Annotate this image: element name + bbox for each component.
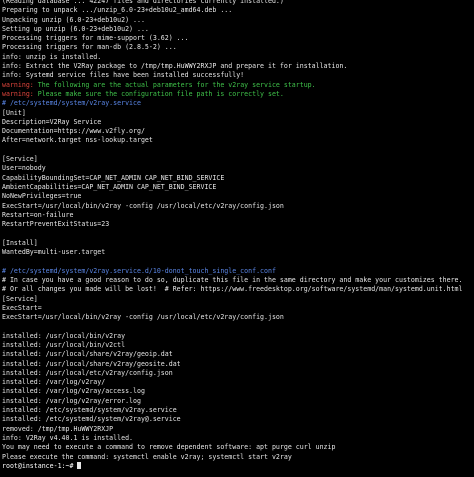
output-line: Restart=on-failure — [2, 210, 74, 219]
output-line: CapabilityBoundingSet=CAP_NET_ADMIN CAP_… — [2, 173, 225, 182]
output-line: info: V2Ray v4.40.1 is installed. — [2, 433, 134, 442]
output-line: [Install] — [2, 238, 38, 247]
output-line: Unpacking unzip (6.0-23+deb10u2) ... — [2, 15, 145, 24]
output-line: installed: /var/log/v2ray/ — [2, 378, 106, 387]
output-line: After=network.target nss-lookup.target — [2, 136, 153, 145]
output-line: installed: /usr/local/share/v2ray/geoip.… — [2, 350, 173, 359]
output-line: You may need to execute a command to rem… — [2, 443, 336, 452]
file-path-comment-line: # /etc/systemd/system/v2ray.service.d/10… — [2, 266, 276, 275]
output-line: installed: /usr/local/etc/v2ray/config.j… — [2, 368, 173, 377]
output-line: ExecStart=/usr/local/bin/v2ray -config /… — [2, 313, 284, 322]
output-line: # In case you have a good reason to do s… — [2, 275, 463, 284]
shell-prompt-line: root@instance-1:~# — [2, 461, 472, 471]
warning-message: The following are the actual parameters … — [33, 80, 316, 89]
output-line: info: Extract the V2Ray package to /tmp/… — [2, 62, 348, 71]
output-line: Description=V2Ray Service — [2, 117, 102, 126]
output-line: [Service] — [2, 155, 38, 164]
output-line: ExecStart=/usr/local/bin/v2ray -config /… — [2, 201, 284, 210]
output-line: Preparing to unpack .../unzip_6.0-23+deb… — [2, 6, 233, 15]
warning-message: Please make sure the configuration file … — [33, 89, 284, 98]
output-line: installed: /etc/systemd/system/v2ray.ser… — [2, 406, 177, 415]
terminal-window[interactable]: (Reading database ... 42247 files and di… — [2, 0, 472, 477]
warning-prefix: warning: — [2, 80, 34, 89]
file-path-comment-line: # /etc/systemd/system/v2ray.service — [2, 99, 141, 108]
output-line: [Service] — [2, 294, 38, 303]
output-line: Setting up unzip (6.0-23+deb10u2) ... — [2, 24, 149, 33]
warning-line: warning: Please make sure the configurat… — [2, 90, 472, 99]
output-line: installed: /var/log/v2ray/access.log — [2, 387, 145, 396]
output-line: installed: /usr/local/share/v2ray/geosit… — [2, 359, 181, 368]
output-line: NoNewPrivileges=true — [2, 192, 82, 201]
output-line: installed: /usr/local/bin/v2ray — [2, 331, 126, 340]
output-line: User=nobody — [2, 164, 46, 173]
output-line: RestartPreventExitStatus=23 — [2, 220, 110, 229]
shell-prompt: root@instance-1:~# — [2, 461, 78, 470]
output-line: WantedBy=multi-user.target — [2, 248, 106, 257]
output-line: installed: /var/log/v2ray/error.log — [2, 396, 141, 405]
output-line: Processing triggers for mime-support (3.… — [2, 34, 189, 43]
output-line: AmbientCapabilities=CAP_NET_ADMIN CAP_NE… — [2, 182, 217, 191]
output-line: [Unit] — [2, 108, 26, 117]
text-cursor[interactable] — [77, 461, 82, 469]
output-line: # Or all changes you made will be lost! … — [2, 285, 463, 294]
output-line: Documentation=https://www.v2fly.org/ — [2, 127, 145, 136]
output-line: Please execute the command: systemctl en… — [2, 452, 292, 461]
output-line: installed: /usr/local/bin/v2ctl — [2, 340, 126, 349]
output-line: info: Systemd service files have been in… — [2, 71, 245, 80]
output-line: ExecStart= — [2, 303, 42, 312]
output-line: removed: /tmp/tmp.HuWWY2RXJP — [2, 424, 114, 433]
output-line: Processing triggers for man-db (2.8.5-2)… — [2, 43, 177, 52]
warning-prefix: warning: — [2, 89, 34, 98]
warning-line: warning: The following are the actual pa… — [2, 81, 472, 90]
output-line: info: unzip is installed. — [2, 52, 102, 61]
output-line: installed: /etc/systemd/system/v2ray@.se… — [2, 415, 181, 424]
